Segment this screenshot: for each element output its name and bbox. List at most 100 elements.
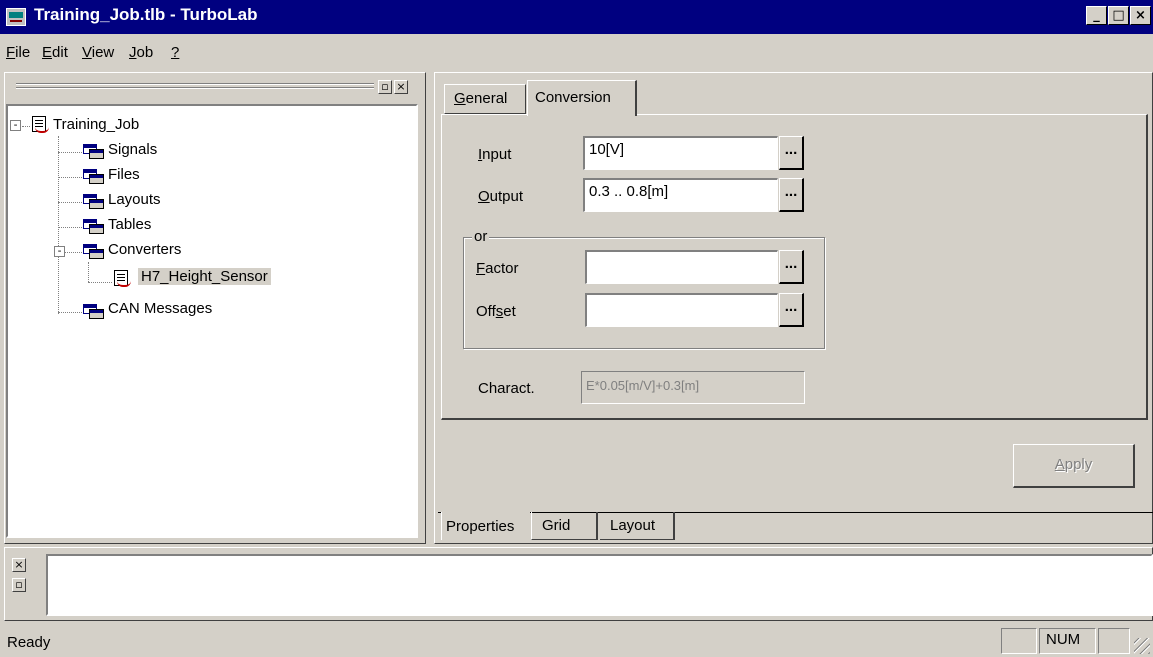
- output-label-text: utput: [489, 188, 524, 205]
- tree-item-layouts[interactable]: Layouts: [108, 191, 161, 208]
- tab-properties-label: Properties: [446, 518, 515, 535]
- tree-connector: [58, 136, 59, 314]
- pane-grip[interactable]: [16, 83, 374, 85]
- close-button[interactable]: ×: [1130, 6, 1151, 25]
- window-title: Training_Job.tlb - TurboLab: [34, 5, 258, 24]
- menu-view[interactable]: View: [82, 44, 114, 61]
- menu-file[interactable]: File: [6, 44, 30, 61]
- apply-label: pply: [1064, 456, 1093, 473]
- factor-field[interactable]: [585, 250, 778, 284]
- maximize-button[interactable]: □: [1108, 6, 1129, 25]
- menu-edit-label: dit: [52, 44, 68, 61]
- tree-item-can-messages[interactable]: CAN Messages: [108, 300, 212, 317]
- charact-label: Charact.: [478, 380, 535, 397]
- status-bar: [0, 624, 1153, 657]
- or-group-label: or: [472, 228, 490, 245]
- folder-icon: [83, 242, 105, 260]
- tree-connector: [88, 282, 112, 283]
- offset-browse-button[interactable]: ...: [779, 293, 804, 327]
- factor-browse-button[interactable]: ...: [779, 250, 804, 284]
- tree-connector: [22, 126, 30, 127]
- pane-grip[interactable]: [16, 87, 374, 89]
- factor-label: Factor: [476, 260, 519, 277]
- pane-close-button[interactable]: ×: [394, 80, 408, 94]
- tab-conversion[interactable]: Conversion: [527, 80, 637, 116]
- tree-item-files[interactable]: Files: [108, 166, 140, 183]
- tree-item-h7-height-sensor[interactable]: H7_Height_Sensor: [138, 268, 271, 285]
- tree-connector: [58, 152, 84, 153]
- factor-label-mnemonic: F: [476, 260, 486, 277]
- output-browse-button[interactable]: ...: [779, 178, 804, 212]
- apply-button[interactable]: Apply: [1013, 444, 1135, 488]
- menu-help[interactable]: ?: [171, 44, 179, 61]
- output-window[interactable]: [46, 554, 1153, 616]
- tree-connector: [58, 312, 84, 313]
- offset-label-prefix: Off: [476, 303, 496, 320]
- folder-icon: [83, 192, 105, 210]
- tree-connector: [58, 177, 84, 178]
- tree-connector: [88, 262, 89, 282]
- job-icon: [31, 115, 49, 135]
- menu-edit-mnemonic: E: [42, 44, 53, 61]
- tree-root-label[interactable]: Training_Job: [53, 116, 139, 133]
- tab-conversion-label: Conversion: [535, 89, 611, 106]
- tab-layout[interactable]: Layout: [600, 512, 675, 540]
- menu-view-mnemonic: V: [82, 44, 92, 61]
- menu-job[interactable]: Job: [129, 44, 153, 61]
- output-label-mnemonic: O: [478, 188, 490, 205]
- offset-label: Offset: [476, 303, 516, 320]
- app-icon[interactable]: [6, 8, 26, 26]
- tree-connector: [58, 227, 84, 228]
- menu-view-label: iew: [91, 44, 115, 61]
- tab-grid[interactable]: Grid: [531, 512, 598, 540]
- input-browse-button[interactable]: ...: [779, 136, 804, 170]
- menu-file-label: ile: [15, 44, 31, 61]
- menu-job-label: ob: [136, 44, 154, 61]
- menu-help-mnemonic: ?: [171, 44, 180, 61]
- input-label: Input: [478, 146, 511, 163]
- collapse-icon[interactable]: -: [10, 119, 21, 131]
- output-label: Output: [478, 188, 523, 205]
- tab-general-label: General: [454, 90, 507, 107]
- status-scrl-indicator: [1098, 628, 1130, 654]
- job-tree[interactable]: - Training_Job Signals Files Layouts Tab…: [6, 104, 418, 538]
- menu-job-mnemonic: J: [129, 44, 137, 61]
- tree-connector: [64, 252, 84, 253]
- tree-item-converters[interactable]: Converters: [108, 241, 181, 258]
- tab-general-mnemonic: G: [454, 90, 466, 107]
- charact-field: E*0.05[m/V]+0.3[m]: [581, 371, 805, 404]
- tree-connector: [58, 202, 84, 203]
- menu-bar: File Edit View Job ?: [0, 34, 1153, 66]
- minimize-button[interactable]: _: [1086, 6, 1107, 25]
- factor-label-text: actor: [485, 260, 519, 277]
- folder-icon: [83, 217, 105, 235]
- vertical-splitter[interactable]: [426, 72, 434, 544]
- title-bar[interactable]: Training_Job.tlb - TurboLab _ □ ×: [0, 0, 1153, 34]
- status-num-indicator: NUM: [1039, 628, 1096, 654]
- menu-file-mnemonic: F: [6, 44, 16, 61]
- input-field[interactable]: 10[V]: [583, 136, 778, 170]
- output-field[interactable]: 0.3 .. 0.8[m]: [583, 178, 778, 212]
- tab-grid-label: Grid: [542, 517, 571, 534]
- offset-field[interactable]: [585, 293, 778, 327]
- tab-layout-label: Layout: [610, 517, 656, 534]
- tree-item-tables[interactable]: Tables: [108, 216, 151, 233]
- pane-restore-button[interactable]: ▫: [378, 80, 392, 94]
- output-restore-button[interactable]: ▫: [12, 578, 26, 592]
- folder-icon: [83, 302, 105, 320]
- offset-label-text: et: [503, 303, 516, 320]
- collapse-icon[interactable]: -: [54, 245, 65, 257]
- tree-item-signals[interactable]: Signals: [108, 141, 157, 158]
- status-text: Ready: [7, 634, 51, 651]
- tab-general-text: eneral: [465, 90, 508, 107]
- tab-properties[interactable]: Properties: [441, 512, 530, 540]
- resize-grip-icon[interactable]: [1134, 638, 1150, 654]
- input-label-text: nput: [482, 146, 512, 163]
- tab-general[interactable]: General: [444, 84, 526, 114]
- output-close-button[interactable]: ×: [12, 558, 26, 572]
- folder-icon: [83, 167, 105, 185]
- folder-icon: [83, 142, 105, 160]
- apply-mnemonic: A: [1054, 456, 1065, 473]
- menu-edit[interactable]: Edit: [42, 44, 68, 61]
- status-caps-indicator: [1001, 628, 1037, 654]
